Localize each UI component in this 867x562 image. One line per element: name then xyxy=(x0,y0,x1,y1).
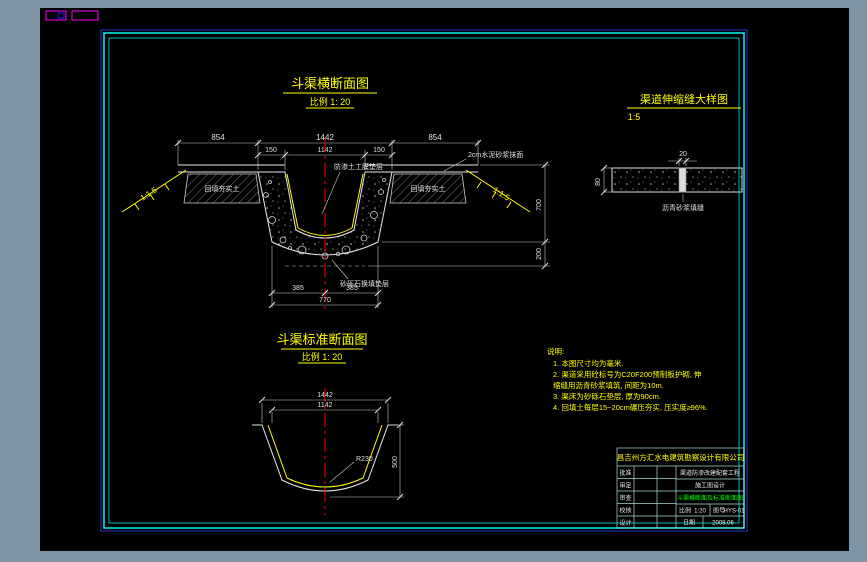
embankment-left: 回填夯实土 xyxy=(183,173,261,204)
dim-cushion-h: 200 xyxy=(536,248,543,260)
dim-joint-thickness: 80 xyxy=(595,178,602,186)
drawing-title: 斗渠横断面及标准断面图 xyxy=(677,494,743,502)
standard-title: 斗渠标准断面图 xyxy=(276,332,367,347)
scale-label: 比例 xyxy=(679,507,691,515)
cad-canvas xyxy=(40,8,849,551)
sign-row-0: 批准 xyxy=(619,469,631,477)
sign-row-3: 校核 xyxy=(619,507,631,515)
sign-row-4: 设计 xyxy=(619,519,631,527)
note-line-5: 4. 回填土每层15~20cm碾压夯实, 压实度≥96%. xyxy=(553,402,708,412)
fill-label-left: 回填夯实土 xyxy=(205,184,240,193)
dim-bottom-total: 770 xyxy=(319,297,331,304)
project-name: 渠道防渗改建配套工程 xyxy=(680,469,740,477)
joint-scale: 1:5 xyxy=(628,112,641,122)
note-line-4: 3. 渠床为砂砾石垫层, 厚为90cm. xyxy=(553,391,661,401)
scale-value: 1:20 xyxy=(694,509,706,515)
cad-sheet: 斗渠横断面图 比例 1: 20 854 1442 854 150 1142 15… xyxy=(0,0,867,562)
cross-section-title: 斗渠横断面图 xyxy=(291,76,369,91)
dim-bottom-right: 385 xyxy=(346,285,358,292)
date-value: 2008.06 xyxy=(712,521,734,527)
mortar-label: 2cm水泥砂浆抹面 xyxy=(468,150,523,159)
fill-label-right: 回填夯实土 xyxy=(411,184,446,193)
dim-top-right: 854 xyxy=(428,133,442,142)
standard-scale: 比例 1: 20 xyxy=(302,351,343,362)
drawing-no-value: HYS-01 xyxy=(723,509,745,515)
dim-flange-left: 150 xyxy=(265,147,277,154)
dim-flange-right: 150 xyxy=(373,147,385,154)
company-name: 昌吉州方汇水电建筑勘察设计有限公司 xyxy=(617,452,745,462)
filler-label: 沥青砂浆填缝 xyxy=(662,203,704,212)
dim-depth: 700 xyxy=(536,199,543,211)
joint-slab xyxy=(611,167,743,193)
date-label: 日期 xyxy=(683,519,695,527)
dim-top-left: 854 xyxy=(211,133,225,142)
membrane-label: 防渗土工膜垫层 xyxy=(334,162,383,171)
joint-title: 渠道伸缩缝大样图 xyxy=(640,92,728,106)
dim-std-depth: 500 xyxy=(392,456,399,468)
note-line-3: 缩缝用沥青砂浆填筑, 间距为10m. xyxy=(553,380,664,390)
note-line-1: 1. 本图尺寸均为毫米. xyxy=(553,358,623,368)
sign-row-1: 审定 xyxy=(619,482,631,490)
sign-row-2: 审查 xyxy=(619,494,631,502)
joint-gap xyxy=(678,167,687,193)
dim-std-radius: R230 xyxy=(356,456,373,463)
notes-header: 说明: xyxy=(547,346,564,356)
embankment-right: 回填夯实土 xyxy=(389,173,467,204)
dim-joint-gap: 20 xyxy=(679,151,687,158)
dim-bottom-left: 385 xyxy=(292,285,304,292)
cross-section-scale: 比例 1: 20 xyxy=(310,96,351,107)
note-line-2: 2. 渠道采用砼标号为C20F200预制板护砌, 伸 xyxy=(553,369,702,379)
design-stage: 施工图设计 xyxy=(695,482,725,490)
